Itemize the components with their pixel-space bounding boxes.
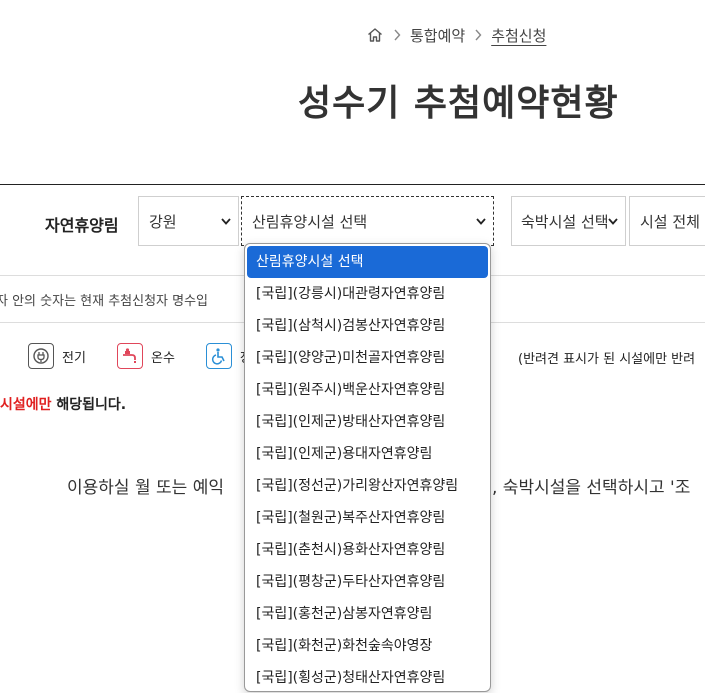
breadcrumb-item-integrated[interactable]: 통합예약 [410,25,465,46]
electric-plug-icon [28,343,54,369]
legend-item-electric: 전기 [28,343,86,369]
dropdown-option[interactable]: [국립](삼척시)검봉산자연휴양림 [247,310,488,342]
dropdown-option[interactable]: 산림휴양시설 선택 [247,246,488,278]
guide-text-part1: 이용하실 월 또는 예익 [67,478,224,498]
legend-pet-note: (반려견 표시가 된 시설에만 반려 [518,352,696,367]
dropdown-option[interactable]: [국립](강릉시)대관령자연휴양림 [247,278,488,310]
legend-item-hot-water: 온수 [117,343,175,369]
lodge-select-value: 숙박시설 선택 [521,212,609,231]
facility-select[interactable]: 시설 전체 [629,196,705,246]
guide-text: 이용하실 월 또는 예익 , 숙박시설을 선택하시고 '조 [67,473,690,498]
guide-text-part2: , 숙박시설을 선택하시고 '조 [492,478,691,498]
wheelchair-icon [206,343,232,369]
legend-label-hot-water: 온수 [151,350,175,366]
forest-dropdown-list[interactable]: 산림휴양시설 선택 [국립](강릉시)대관령자연휴양림 [국립](삼척시)검봉산… [244,243,491,692]
legend-label-electric: 전기 [62,350,86,366]
dropdown-option[interactable]: [국립](화천군)화천숲속야영장 [247,630,488,662]
dropdown-option[interactable]: [국립](횡성군)청태산자연휴양림 [247,662,488,691]
dropdown-option[interactable]: [국립](홍천군)삼봉자연휴양림 [247,598,488,630]
facility-select-value: 시설 전체 [640,212,700,231]
chevron-right-icon [393,29,401,41]
dropdown-option[interactable]: [국립](인제군)용대자연휴양림 [247,438,488,470]
chevron-down-icon [608,218,618,225]
notice-highlight: 시설에만 [0,397,52,413]
dropdown-option[interactable]: [국립](원주시)백운산자연휴양림 [247,374,488,406]
dropdown-option[interactable]: [국립](정선군)가리왕산자연휴양림 [247,470,488,502]
dropdown-option[interactable]: [국립](양양군)미천골자연휴양림 [247,342,488,374]
home-icon[interactable] [366,26,384,44]
page-title: 성수기 추첨예약현황 [298,83,619,124]
search-label: 자연휴양림 [45,216,119,235]
chevron-down-icon [221,218,231,225]
hot-water-icon [117,343,143,369]
dropdown-option[interactable]: [국립](평창군)두타산자연휴양림 [247,566,488,598]
chevron-down-icon [476,218,486,225]
lodge-select[interactable]: 숙박시설 선택 [511,196,626,246]
breadcrumb: 통합예약 추첨신청 [366,24,546,46]
notice-rest: 해당됩니다. [51,397,127,413]
breadcrumb-item-lottery[interactable]: 추첨신청 [491,25,546,46]
dropdown-option[interactable]: [국립](춘천시)용화산자연휴양림 [247,534,488,566]
forest-select-value: 산림휴양시설 선택 [252,212,368,231]
region-select[interactable]: 강원 [138,196,239,246]
dropdown-option[interactable]: [국립](인제군)방태산자연휴양림 [247,406,488,438]
chevron-right-icon [474,29,482,41]
forest-select[interactable]: 산림휴양시설 선택 [241,196,494,246]
notice-text: 시설에만 해당됩니다. [0,394,126,414]
info-text: 자 안의 숫자는 현재 추첨신청자 명수입 [0,293,209,309]
dropdown-option[interactable]: [국립](철원군)복주산자연휴양림 [247,502,488,534]
region-select-value: 강원 [149,212,177,231]
